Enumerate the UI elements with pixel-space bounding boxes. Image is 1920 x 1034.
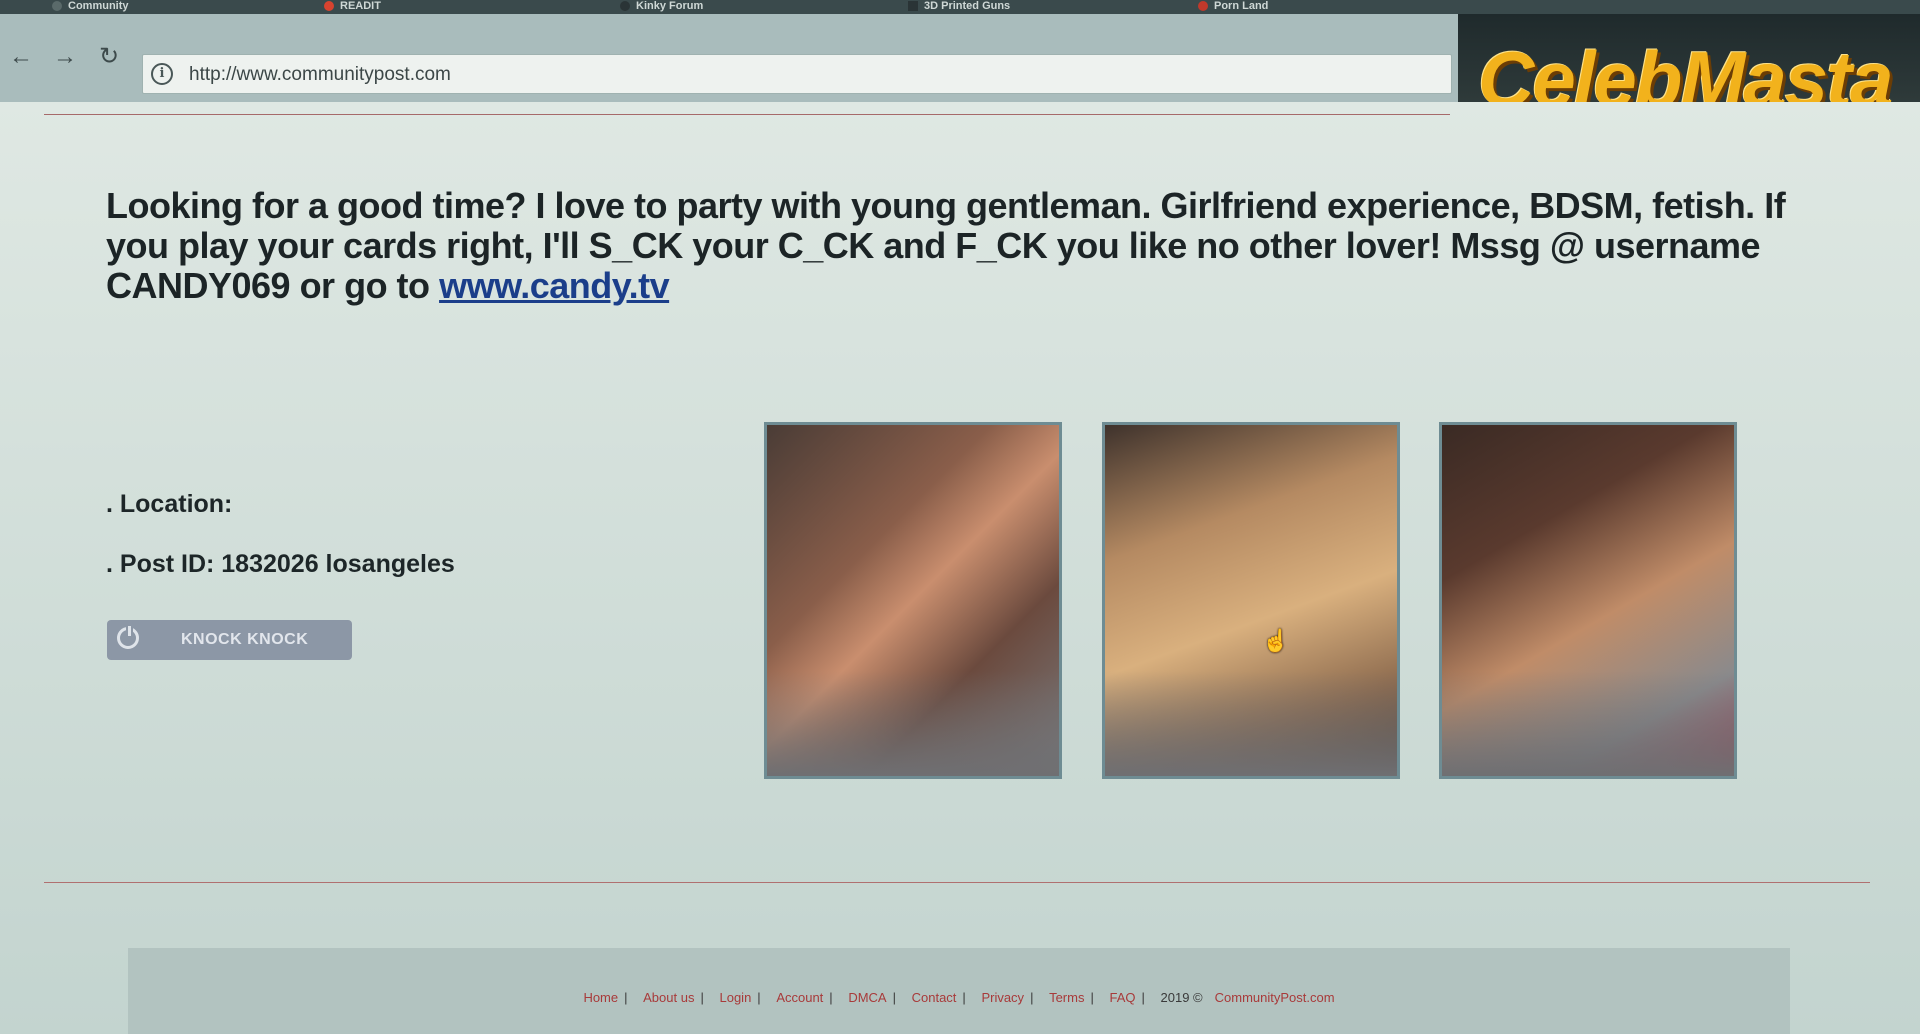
hand-cursor-icon: ☝ [1262,628,1290,653]
address-bar[interactable]: i http://www.communitypost.com [142,54,1452,94]
footer-separator: | [962,990,966,1005]
footer-separator: | [1090,990,1094,1005]
photo-3[interactable] [1439,422,1737,779]
tab-bar: Community READIT Kinky Forum 3D Printed … [0,0,1920,14]
footer-separator: | [624,990,628,1005]
footer-link-faq[interactable]: FAQ [1109,990,1135,1005]
top-divider [44,114,1450,115]
photo-shade [767,670,1059,776]
knock-knock-button[interactable]: KNOCK KNOCK [107,620,352,660]
forward-arrow-icon[interactable]: → [52,44,78,70]
footer-link-privacy[interactable]: Privacy [981,990,1024,1005]
reddit-favicon-icon [324,1,334,12]
footer-link-login[interactable]: Login [719,990,751,1005]
thumbnail-favicon-icon [908,1,918,12]
footer-separator: | [1141,990,1145,1005]
footer-link-account[interactable]: Account [776,990,823,1005]
tab-readit[interactable]: READIT [312,0,393,14]
footer-separator: | [1030,990,1034,1005]
footer-link-contact[interactable]: Contact [912,990,957,1005]
url-text: http://www.communitypost.com [189,64,451,85]
candy-link[interactable]: www.candy.tv [439,265,670,306]
footer-separator: | [892,990,896,1005]
tab-3d-printed-guns[interactable]: 3D Printed Guns [896,0,1022,14]
footer-link-terms[interactable]: Terms [1049,990,1084,1005]
location-label: . Location: [106,490,233,518]
power-icon [117,624,139,649]
pin-favicon-icon [1198,1,1208,12]
footer-link-about[interactable]: About us [643,990,694,1005]
footer-links: Home | About us | Login | Account | DMCA | Co… [128,990,1790,1005]
bottom-divider [44,882,1870,883]
tab-porn-land[interactable]: Porn Land [1186,0,1280,14]
photo-2[interactable] [1102,422,1400,779]
photo-shade [1105,670,1397,776]
back-arrow-icon[interactable]: ← [8,44,34,70]
footer-separator: | [700,990,704,1005]
post-id-label: . Post ID: 1832026 losangeles [106,550,455,578]
star-favicon-icon [620,1,630,12]
footer-separator: | [829,990,833,1005]
footer-link-home[interactable]: Home [583,990,618,1005]
tab-kinky-forum[interactable]: Kinky Forum [608,0,715,14]
photo-1[interactable] [764,422,1062,779]
footer: Home | About us | Login | Account | DMCA | Co… [128,948,1790,1034]
footer-link-dmca[interactable]: DMCA [848,990,886,1005]
footer-separator: | [757,990,761,1005]
info-icon[interactable]: i [151,63,173,85]
reload-icon[interactable]: ↻ [96,44,122,70]
post-text: Looking for a good time? I love to party… [106,186,1806,306]
copyright-year: 2019 © [1160,990,1203,1005]
tab-favicon-icon [52,1,62,12]
page-content: Looking for a good time? I love to party… [0,102,1920,1034]
copyright-site-link[interactable]: CommunityPost.com [1215,990,1335,1005]
knock-knock-label: KNOCK KNOCK [181,631,309,648]
tab-community[interactable]: Community [40,0,141,14]
photo-shade [1442,670,1734,776]
post-body: Looking for a good time? I love to party… [106,185,1786,306]
